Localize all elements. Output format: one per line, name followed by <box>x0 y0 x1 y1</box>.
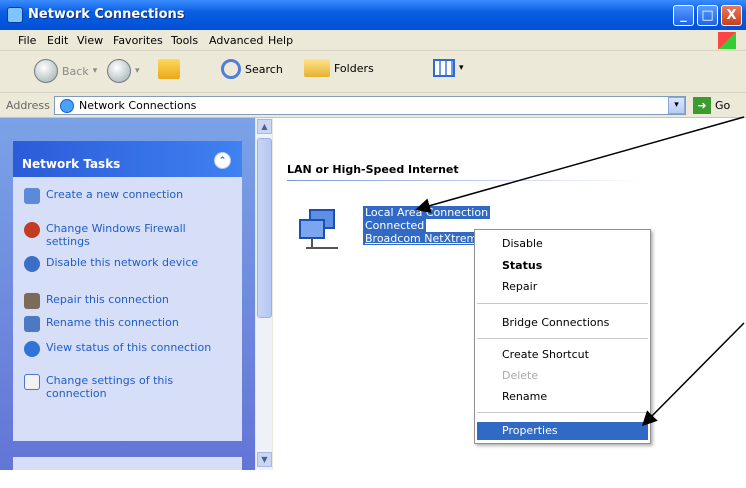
maximize-button[interactable]: □ <box>697 5 718 26</box>
sidebar-item-rename[interactable]: Rename this connection <box>24 316 224 332</box>
close-button[interactable]: X <box>721 5 742 26</box>
folders-button[interactable]: Folders <box>304 59 374 77</box>
network-tasks-box: Network Tasks ⌃ Create a new connection … <box>13 141 242 441</box>
group-divider <box>287 180 647 181</box>
sidebar-item-label: Change Windows Firewall settings <box>46 222 186 248</box>
menu-edit[interactable]: Edit <box>47 34 68 47</box>
menu-item-repair[interactable]: Repair <box>502 280 537 293</box>
forward-button[interactable]: ▾ <box>107 59 140 83</box>
screenshot-root: Network Connections _ □ X File Edit View… <box>0 0 746 488</box>
sidebar-item-view-status[interactable]: View status of this connection <box>24 341 224 357</box>
sidebar-item-disable-device[interactable]: Disable this network device <box>24 256 224 272</box>
views-button[interactable]: ▾ <box>433 59 464 77</box>
menu-item-status[interactable]: Status <box>502 259 542 272</box>
go-label: Go <box>715 99 731 112</box>
up-folder-button[interactable] <box>158 59 180 79</box>
menu-item-disable[interactable]: Disable <box>502 237 543 250</box>
sidebar-item-repair[interactable]: Repair this connection <box>24 293 224 309</box>
menu-file[interactable]: File <box>18 34 36 47</box>
menu-bar: File Edit View Favorites Tools Advanced … <box>0 30 746 51</box>
menu-advanced[interactable]: Advanced <box>209 34 263 47</box>
address-bar: Address Network Connections ▾ ➜ Go <box>0 93 746 118</box>
connection-status: Connected <box>363 219 427 232</box>
sidebar-item-label: View status of this connection <box>46 341 212 354</box>
back-arrow-icon <box>34 59 58 83</box>
menu-item-bridge[interactable]: Bridge Connections <box>502 316 609 329</box>
menu-item-rename[interactable]: Rename <box>502 390 547 403</box>
scroll-up-icon[interactable]: ▲ <box>257 119 272 134</box>
explorer-window: Network Connections _ □ X File Edit View… <box>0 0 746 470</box>
scroll-thumb[interactable] <box>257 138 272 318</box>
firewall-icon <box>24 222 40 238</box>
menu-tools[interactable]: Tools <box>171 34 198 47</box>
up-folder-icon <box>158 59 180 79</box>
context-menu: Disable Status Repair Bridge Connections… <box>474 229 651 444</box>
address-label: Address <box>6 99 50 112</box>
menu-separator <box>477 412 648 413</box>
back-dropdown-icon[interactable]: ▾ <box>93 66 98 76</box>
menu-help[interactable]: Help <box>268 34 293 47</box>
search-button[interactable]: Search <box>221 59 283 79</box>
connection-device: Broadcom NetXtrem <box>363 232 480 245</box>
lan-connection-icon[interactable] <box>298 208 340 252</box>
menu-item-create-shortcut[interactable]: Create Shortcut <box>502 348 589 361</box>
windows-logo-icon <box>718 32 736 49</box>
window-title: Network Connections <box>28 7 185 22</box>
rename-icon <box>24 316 40 332</box>
sidebar-item-change-settings[interactable]: Change settings of this connection <box>24 374 224 400</box>
menu-item-properties[interactable]: Properties <box>502 424 558 437</box>
go-button[interactable]: ➜ Go <box>693 97 730 114</box>
menu-separator <box>477 303 648 304</box>
status-icon <box>24 341 40 357</box>
address-input[interactable]: Network Connections <box>54 96 686 115</box>
disable-device-icon <box>24 256 40 272</box>
sidebar-item-label: Repair this connection <box>46 293 169 306</box>
network-connections-small-icon <box>60 99 74 113</box>
scroll-down-icon[interactable]: ▼ <box>257 452 272 467</box>
task-pane-scrollbar[interactable]: ▲ ▼ <box>255 118 272 470</box>
network-tasks-title: Network Tasks <box>22 157 121 171</box>
network-tasks-header[interactable]: Network Tasks ⌃ <box>13 141 242 177</box>
create-connection-icon <box>24 188 40 204</box>
toolbar: Back ▾ ▾ Search Folders ▾ <box>0 51 746 93</box>
sidebar-item-label: Rename this connection <box>46 316 179 329</box>
sidebar-item-label: Disable this network device <box>46 256 199 269</box>
menu-view[interactable]: View <box>77 34 103 47</box>
settings-icon <box>24 374 40 390</box>
sidebar-item-create-connection[interactable]: Create a new connection <box>24 188 224 204</box>
task-pane: Network Tasks ⌃ Create a new connection … <box>0 118 255 470</box>
sidebar-item-label: Create a new connection <box>46 188 184 201</box>
forward-arrow-icon <box>107 59 131 83</box>
address-dropdown-button[interactable]: ▾ <box>668 97 685 114</box>
search-icon <box>221 59 241 79</box>
go-arrow-icon: ➜ <box>693 97 711 114</box>
menu-separator <box>477 338 648 339</box>
address-value: Network Connections <box>79 99 197 112</box>
title-bar[interactable]: Network Connections _ □ X <box>0 0 746 30</box>
group-title: LAN or High-Speed Internet <box>287 163 459 176</box>
sidebar-item-firewall[interactable]: Change Windows Firewall settings <box>24 222 224 248</box>
repair-icon <box>24 293 40 309</box>
folders-icon <box>304 59 330 77</box>
network-connections-icon <box>7 7 23 23</box>
back-button[interactable]: Back ▾ <box>34 59 97 83</box>
folders-label: Folders <box>334 61 374 75</box>
search-label: Search <box>245 62 283 76</box>
views-icon <box>433 59 455 77</box>
forward-dropdown-icon[interactable]: ▾ <box>135 66 140 76</box>
views-dropdown-icon[interactable]: ▾ <box>459 63 464 73</box>
next-task-box <box>13 457 242 470</box>
menu-favorites[interactable]: Favorites <box>113 34 163 47</box>
sidebar-item-label: Change settings of this connection <box>46 374 174 400</box>
minimize-button[interactable]: _ <box>673 5 694 26</box>
menu-item-delete: Delete <box>502 369 539 382</box>
connection-name: Local Area Connection <box>363 206 491 219</box>
collapse-chevron-icon[interactable]: ⌃ <box>214 152 231 169</box>
back-label: Back <box>62 64 89 78</box>
